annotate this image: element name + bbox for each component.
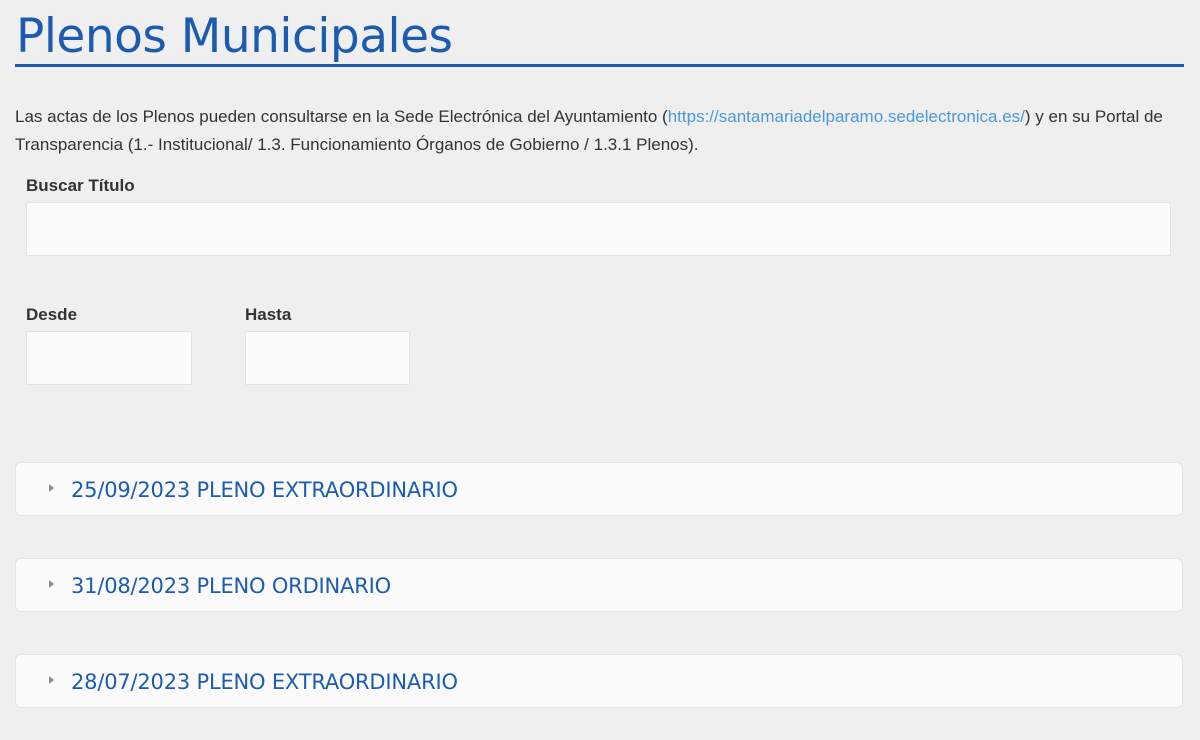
date-to-label: Hasta	[245, 305, 292, 324]
caret-right-icon	[49, 484, 54, 492]
accordion-item-title: 28/07/2023 PLENO EXTRAORDINARIO	[71, 670, 458, 694]
accordion-item-title: 25/09/2023 PLENO EXTRAORDINARIO	[71, 478, 458, 502]
page: Plenos Municipales Las actas de los Plen…	[0, 0, 1200, 740]
accordion-item-title: 31/08/2023 PLENO ORDINARIO	[71, 574, 391, 598]
accordion-item[interactable]: 31/08/2023 PLENO ORDINARIO	[15, 558, 1183, 612]
intro-text-before: Las actas de los Plenos pueden consultar…	[15, 107, 668, 126]
page-title: Plenos Municipales	[16, 9, 453, 64]
date-to-input[interactable]	[245, 331, 410, 385]
search-title-label: Buscar Título	[26, 176, 135, 195]
accordion-item[interactable]: 25/09/2023 PLENO EXTRAORDINARIO	[15, 462, 1183, 516]
accordion-item[interactable]: 28/07/2023 PLENO EXTRAORDINARIO	[15, 654, 1183, 708]
sede-electronica-link[interactable]: https://santamariadelparamo.sedelectroni…	[668, 107, 1025, 126]
caret-right-icon	[49, 676, 54, 684]
date-from-label: Desde	[26, 305, 78, 324]
date-from-input[interactable]	[26, 331, 192, 385]
intro-paragraph: Las actas de los Plenos pueden consultar…	[15, 103, 1190, 159]
caret-right-icon	[49, 580, 54, 588]
search-title-input[interactable]	[26, 202, 1171, 256]
title-underline	[15, 64, 1184, 67]
